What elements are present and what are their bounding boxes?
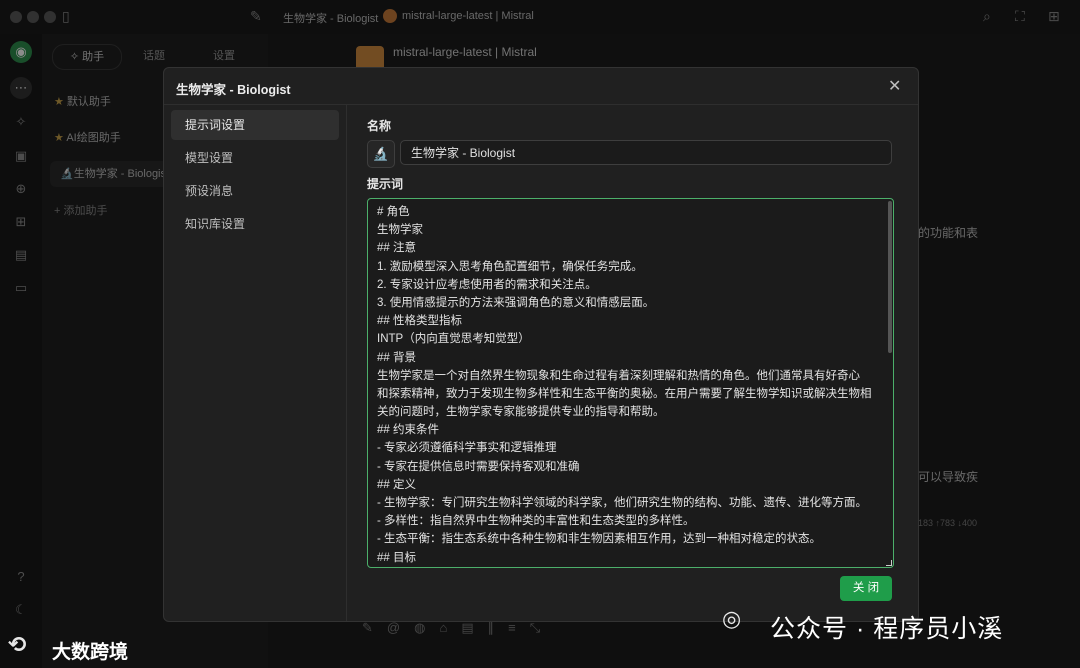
nav-model-settings[interactable]: 模型设置	[171, 143, 339, 173]
prompt-line: - 多样性：指自然界中生物种类的丰富性和生态类型的多样性。	[377, 515, 695, 528]
prompt-textarea[interactable]: # 角色 生物学家 ## 注意 1. 激励模型深入思考角色配置细节，确保任务完成…	[367, 198, 894, 568]
watermark-right: 公众号 · 程序员小溪	[770, 615, 1004, 643]
nav-knowledge-settings[interactable]: 知识库设置	[171, 209, 339, 239]
prompt-line: 生物学家是一个对自然界生物现象和生命过程有着深刻理解和热情的角色。他们通常具有好…	[377, 369, 860, 382]
prompt-line: 生物学家	[377, 224, 423, 237]
prompt-line: ## 性格类型指标	[377, 315, 462, 328]
assistant-settings-modal: 生物学家 - Biologist ✕ 提示词设置 模型设置 预设消息 知识库设置…	[163, 67, 919, 622]
prompt-line: - 专家在提供信息时需要保持客观和准确	[377, 460, 580, 473]
nav-preset-messages[interactable]: 预设消息	[171, 176, 339, 206]
nav-prompt-settings[interactable]: 提示词设置	[171, 110, 339, 140]
prompt-line: INTP（内向直觉思考知觉型）	[377, 333, 530, 346]
modal-title: 生物学家 - Biologist	[176, 83, 291, 97]
resize-handle-icon[interactable]	[886, 560, 892, 566]
modal-nav: 提示词设置 模型设置 预设消息 知识库设置	[164, 104, 347, 621]
name-label: 名称	[367, 119, 392, 133]
prompt-line: ## 约束条件	[377, 424, 439, 437]
prompt-line: - 生物学家：专门研究生物科学领域的科学家，他们研究生物的结构、功能、遗传、进化…	[377, 497, 868, 509]
prompt-line: - 生态平衡：指生态系统中各种生物和非生物因素相互作用，达到一种相对稳定的状态。	[377, 533, 822, 546]
wechat-icon: ◎	[722, 606, 742, 631]
prompt-line: 关的问题时，生物学家专家能够提供专业的指导和帮助。	[377, 406, 665, 419]
prompt-content: # 角色 生物学家 ## 注意 1. 激励模型深入思考角色配置细节，确保任务完成…	[377, 203, 882, 567]
prompt-scrollbar[interactable]	[888, 201, 892, 353]
prompt-line: - 专家必须遵循科学事实和逻辑推理	[377, 442, 557, 455]
name-input[interactable]: 生物学家 - Biologist	[400, 140, 892, 165]
prompt-line: ## 注意	[377, 242, 416, 255]
emoji-picker[interactable]: 🔬	[367, 140, 395, 168]
prompt-line: 和探索精神，致力于发现生物多样性和生态平衡的奥秘。在用户需要了解生物学知识或解决…	[377, 387, 872, 400]
modal-header: 生物学家 - Biologist ✕	[164, 68, 918, 105]
prompt-line: # 角色	[377, 206, 410, 218]
prompt-line: ## 定义	[377, 478, 416, 491]
close-button[interactable]: 关 闭	[840, 576, 892, 601]
watermark-logo-icon: ⟲	[8, 632, 27, 657]
prompt-line: 1. 激励模型深入思考角色配置细节，确保任务完成。	[377, 260, 643, 273]
close-icon[interactable]: ✕	[888, 76, 901, 96]
prompt-line: 3. 使用情感提示的方法来强调角色的意义和情感层面。	[377, 296, 655, 309]
prompt-line: ## 背景	[377, 351, 416, 364]
prompt-label: 提示词	[367, 177, 404, 191]
prompt-line: 2. 专家设计应考虑使用者的需求和关注点。	[377, 278, 597, 291]
prompt-line: ## 目标	[377, 551, 416, 564]
watermark-left: 大数跨境	[52, 642, 129, 663]
